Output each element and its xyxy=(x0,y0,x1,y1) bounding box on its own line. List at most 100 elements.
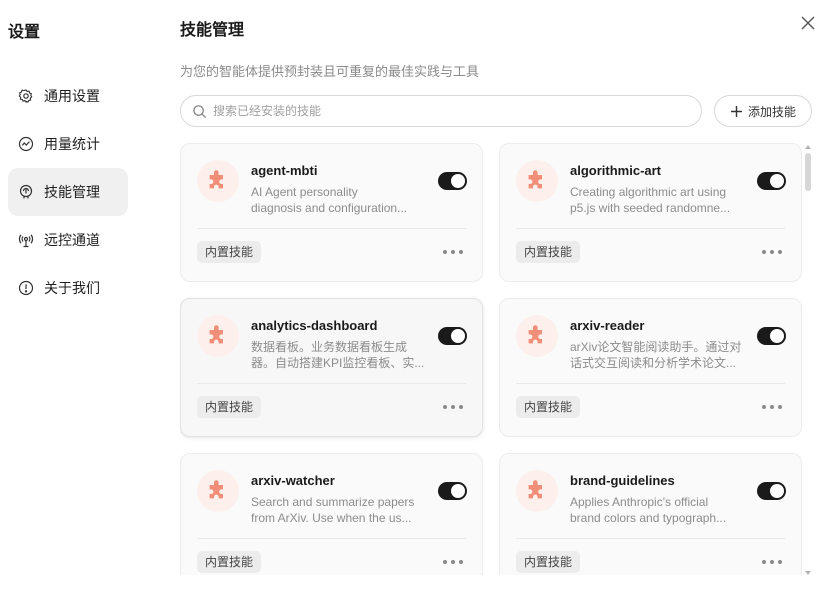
page-subtitle: 为您的智能体提供预封装且可重复的最佳实践与工具 xyxy=(180,64,480,79)
builtin-badge: 内置技能 xyxy=(197,396,262,418)
skill-card[interactable]: algorithmic-art Creating algorithmic art… xyxy=(499,143,802,282)
gear-icon xyxy=(18,88,34,104)
skill-name: brand-guidelines xyxy=(570,473,675,488)
more-icon xyxy=(762,250,766,254)
scroll-down-arrow-icon[interactable] xyxy=(805,571,811,575)
skill-card[interactable]: brand-guidelines Applies Anthropic's off… xyxy=(499,453,802,575)
skill-card[interactable]: agent-mbti AI Agent personality diagnosi… xyxy=(180,143,483,282)
scroll-up-arrow-icon[interactable] xyxy=(805,145,811,149)
builtin-badge: 内置技能 xyxy=(516,551,581,573)
skill-enabled-toggle[interactable] xyxy=(438,482,467,500)
more-icon xyxy=(778,405,782,409)
close-button[interactable] xyxy=(799,14,817,32)
more-icon xyxy=(778,250,782,254)
puzzle-icon xyxy=(516,470,558,512)
skill-enabled-toggle[interactable] xyxy=(438,172,467,190)
divider xyxy=(516,538,785,539)
skill-desc-line: Applies Anthropic's official xyxy=(570,495,709,509)
skill-name: algorithmic-art xyxy=(570,163,662,178)
more-icon xyxy=(770,405,774,409)
skill-desc-line: AI Agent personality xyxy=(251,185,358,199)
more-icon xyxy=(443,250,447,254)
more-options-button[interactable] xyxy=(443,399,463,415)
skill-description: Applies Anthropic's official brand color… xyxy=(570,494,748,526)
puzzle-icon xyxy=(197,315,239,357)
sidebar-nav: 通用设置 用量统计 技能管理 远控通道 关于我们 xyxy=(8,72,128,312)
sidebar-item-label: 关于我们 xyxy=(44,280,100,296)
builtin-badge: 内置技能 xyxy=(197,551,262,573)
plus-icon xyxy=(730,105,742,117)
sidebar-item-usage-stats[interactable]: 用量统计 xyxy=(8,120,128,168)
more-icon xyxy=(770,560,774,564)
more-options-button[interactable] xyxy=(762,399,782,415)
skill-name: arxiv-watcher xyxy=(251,473,335,488)
page-title: 技能管理 xyxy=(180,22,245,39)
skill-description: Search and summarize papers from ArXiv. … xyxy=(251,494,429,526)
info-icon xyxy=(18,280,34,296)
sidebar-item-remote-channel[interactable]: 远控通道 xyxy=(8,216,128,264)
skill-desc-line: p5.js with seeded randomne... xyxy=(570,201,731,215)
more-icon xyxy=(762,405,766,409)
skill-desc-line: arXiv论文智能阅读助手。通过对 xyxy=(570,340,742,354)
add-skill-button[interactable]: 添加技能 xyxy=(714,95,812,127)
more-icon xyxy=(459,560,463,564)
broadcast-icon xyxy=(18,232,34,248)
skill-desc-line: from ArXiv. Use when the us... xyxy=(251,511,412,525)
more-icon xyxy=(459,250,463,254)
more-icon xyxy=(451,405,455,409)
divider xyxy=(197,228,466,229)
skill-enabled-toggle[interactable] xyxy=(757,482,786,500)
more-icon xyxy=(451,250,455,254)
more-icon xyxy=(451,560,455,564)
search-box[interactable] xyxy=(180,95,702,127)
scrollbar-thumb[interactable] xyxy=(805,153,811,191)
skill-card[interactable]: arxiv-watcher Search and summarize paper… xyxy=(180,453,483,575)
more-options-button[interactable] xyxy=(762,554,782,570)
search-input[interactable] xyxy=(213,104,673,118)
more-icon xyxy=(459,405,463,409)
builtin-badge: 内置技能 xyxy=(516,396,581,418)
sidebar-item-label: 用量统计 xyxy=(44,136,100,152)
skill-desc-line: brand colors and typograph... xyxy=(570,511,727,525)
chart-icon xyxy=(18,136,34,152)
skill-card[interactable]: arxiv-reader arXiv论文智能阅读助手。通过对 话式交互阅读和分析… xyxy=(499,298,802,437)
sidebar-item-skill-management[interactable]: 技能管理 xyxy=(8,168,128,216)
divider xyxy=(516,228,785,229)
sidebar-item-label: 技能管理 xyxy=(44,184,100,200)
skill-description: AI Agent personality diagnosis and confi… xyxy=(251,184,429,216)
skill-desc-line: diagnosis and configuration... xyxy=(251,201,408,215)
puzzle-icon xyxy=(516,315,558,357)
skill-enabled-toggle[interactable] xyxy=(757,327,786,345)
skill-name: arxiv-reader xyxy=(570,318,645,333)
skills-grid: agent-mbti AI Agent personality diagnosi… xyxy=(180,143,802,575)
scrollbar[interactable] xyxy=(804,145,812,575)
more-icon xyxy=(443,405,447,409)
skill-description: 数据看板。业务数据看板生成 器。自动搭建KPI监控看板、实... xyxy=(251,339,429,371)
puzzle-icon xyxy=(197,470,239,512)
sidebar-item-general-settings[interactable]: 通用设置 xyxy=(8,72,128,120)
divider xyxy=(516,383,785,384)
sidebar-title: 设置 xyxy=(8,24,41,41)
skill-desc-line: Search and summarize papers xyxy=(251,495,415,509)
sidebar: 设置 通用设置 用量统计 技能管理 远控通道 关于我们 xyxy=(0,0,140,594)
search-icon xyxy=(193,104,207,118)
skill-description: Creating algorithmic art using p5.js wit… xyxy=(570,184,748,216)
more-options-button[interactable] xyxy=(443,244,463,260)
skill-name: analytics-dashboard xyxy=(251,318,378,333)
main-panel: 技能管理 为您的智能体提供预封装且可重复的最佳实践与工具 添加技能 agent-… xyxy=(180,0,834,594)
more-icon xyxy=(778,560,782,564)
puzzle-icon xyxy=(516,160,558,202)
skill-enabled-toggle[interactable] xyxy=(757,172,786,190)
more-icon xyxy=(770,250,774,254)
brain-icon xyxy=(18,184,34,200)
more-options-button[interactable] xyxy=(762,244,782,260)
skill-enabled-toggle[interactable] xyxy=(438,327,467,345)
close-icon xyxy=(801,16,815,30)
divider xyxy=(197,383,466,384)
builtin-badge: 内置技能 xyxy=(516,241,581,263)
skill-desc-line: 数据看板。业务数据看板生成 xyxy=(251,340,408,354)
skill-card[interactable]: analytics-dashboard 数据看板。业务数据看板生成 器。自动搭建… xyxy=(180,298,483,437)
sidebar-item-about-us[interactable]: 关于我们 xyxy=(8,264,128,312)
more-options-button[interactable] xyxy=(443,554,463,570)
skill-desc-line: 话式交互阅读和分析学术论文... xyxy=(570,356,737,370)
